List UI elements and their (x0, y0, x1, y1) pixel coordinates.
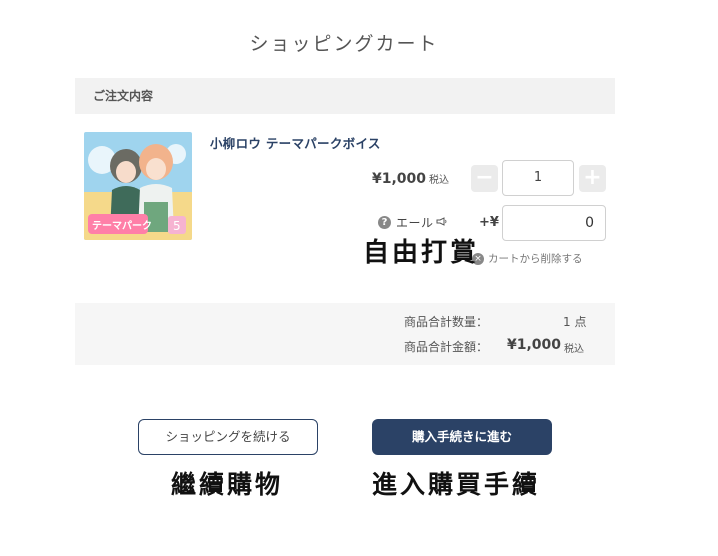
thumbnail-logo-text: テーマパーク (92, 220, 152, 232)
summary-total-tax: 税込 (564, 344, 584, 355)
summary-count-label: 商品合計数量： (404, 315, 489, 329)
yell-amount-input[interactable]: 0 (502, 205, 606, 241)
svg-text:5: 5 (173, 219, 181, 233)
page-title: ショッピングカート (249, 32, 439, 55)
quantity-input[interactable]: 1 (502, 160, 574, 196)
annotation-continue: 繼續購物 (171, 470, 284, 499)
product-thumbnail[interactable]: テーマパーク 5 (84, 132, 192, 240)
price-tax-label: 税込 (429, 175, 450, 186)
summary-count-value: 1 点 (563, 315, 587, 329)
quantity-decrement-button[interactable]: − (471, 165, 498, 192)
continue-shopping-button[interactable]: ショッピングを続ける (138, 419, 318, 455)
summary-total-value: ¥1,000 (507, 337, 562, 353)
annotation-tip: 自由打賞 (363, 238, 480, 268)
order-section-header: ご注文内容 (75, 78, 615, 114)
quantity-increment-button[interactable]: + (579, 165, 606, 192)
yell-row: ? エール (378, 214, 447, 231)
remove-label: カートから削除する (488, 253, 583, 265)
yell-currency-prefix: +¥ (479, 215, 499, 230)
order-summary: 商品合計数量： 1 点 商品合計金額： ¥1,000 税込 (75, 303, 615, 365)
remove-from-cart-link[interactable]: × カートから削除する (472, 251, 583, 266)
summary-total-label: 商品合計金額： (404, 340, 489, 354)
checkout-button[interactable]: 購入手続きに進む (372, 419, 552, 455)
product-price: ¥1,000 税込 (372, 171, 449, 187)
annotation-checkout: 進入購買手續 (372, 470, 541, 499)
yell-label: エール (396, 216, 434, 230)
help-icon[interactable]: ? (378, 216, 391, 229)
product-name[interactable]: 小柳ロウ テーマパークボイス (210, 133, 381, 152)
price-value: ¥1,000 (372, 171, 427, 187)
megaphone-icon (436, 216, 447, 229)
